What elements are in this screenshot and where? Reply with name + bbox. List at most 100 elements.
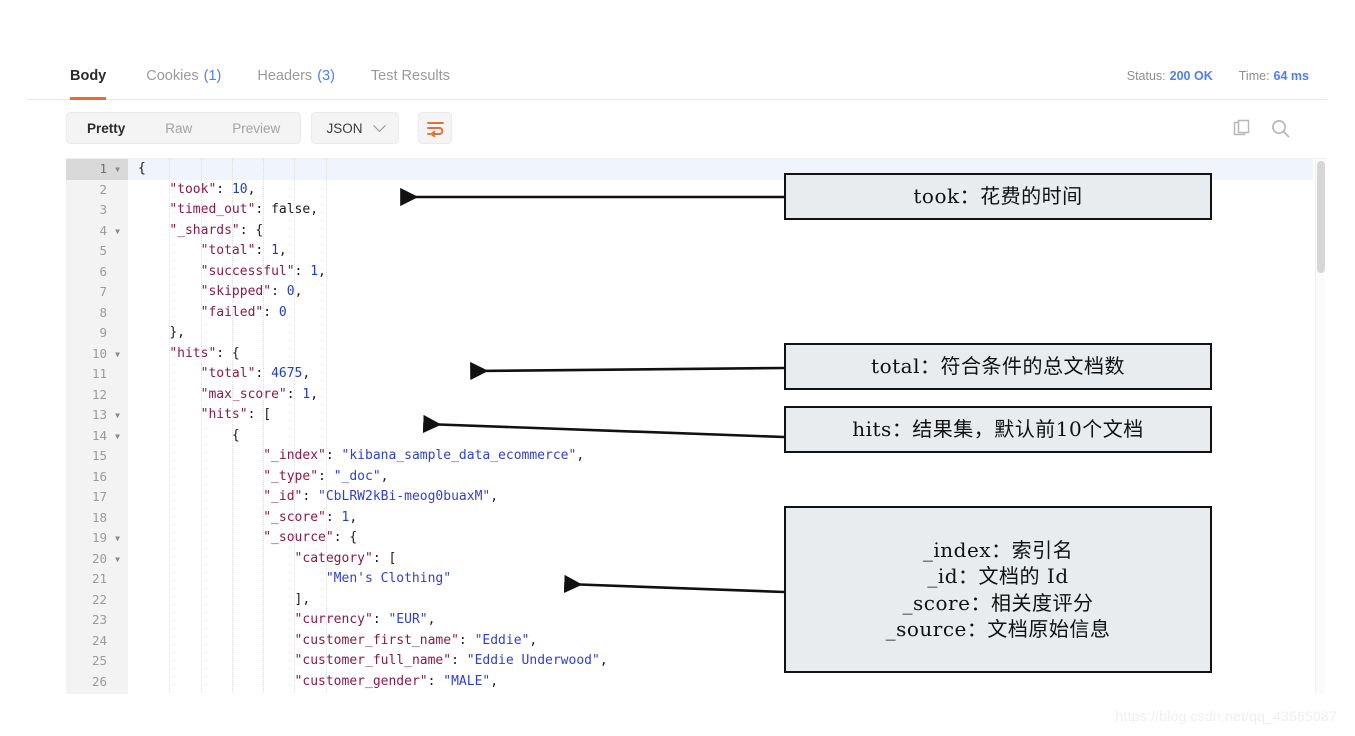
token-s: "kibana_sample_data_ecommerce" bbox=[341, 448, 577, 463]
indent-guide bbox=[231, 159, 233, 694]
line-number-value: 4 bbox=[99, 222, 107, 238]
token-s: "CbLRW2kBi-meog0buaxM" bbox=[318, 489, 491, 504]
code-line[interactable]: "customer_id": 38, bbox=[128, 692, 1313, 694]
vertical-scrollbar[interactable] bbox=[1315, 159, 1325, 694]
token-p: : bbox=[451, 653, 467, 668]
wrap-lines-button[interactable] bbox=[418, 112, 452, 144]
line-number-value: 9 bbox=[99, 325, 107, 340]
view-mode-preview[interactable]: Preview bbox=[212, 113, 300, 143]
tab-headers[interactable]: Headers (3) bbox=[239, 52, 353, 100]
annotation-line: _id：文档的 Id bbox=[927, 564, 1069, 589]
token-k: "hits" bbox=[200, 407, 248, 422]
tab-label: Test Results bbox=[370, 68, 450, 84]
line-number-value: 17 bbox=[91, 489, 107, 504]
token-k: "timed_out" bbox=[169, 202, 256, 217]
fold-toggle-icon[interactable]: ▼ bbox=[111, 427, 120, 448]
postman-response-panel: Body Cookies (1) Headers (3) Test Results Sta… bbox=[0, 0, 1355, 736]
line-number: 5 bbox=[66, 241, 128, 262]
tab-body[interactable]: Body bbox=[70, 52, 128, 100]
line-number-value: 22 bbox=[91, 591, 107, 607]
token-p: : { bbox=[333, 530, 358, 545]
format-select[interactable]: JSON bbox=[311, 112, 399, 144]
token-k: "currency" bbox=[294, 612, 373, 627]
tab-test-results[interactable]: Test Results bbox=[353, 52, 468, 100]
annotation-line: total：符合条件的总文档数 bbox=[871, 354, 1125, 379]
token-p: : bbox=[294, 263, 311, 279]
code-line[interactable]: "_id": "CbLRW2kBi-meog0buaxM", bbox=[128, 487, 1313, 508]
line-number: 11 bbox=[66, 364, 128, 385]
fold-toggle-icon[interactable]: ▼ bbox=[111, 222, 120, 243]
token-p: : [ bbox=[372, 550, 397, 566]
view-mode-switch[interactable]: Pretty Raw Preview bbox=[66, 112, 302, 144]
tab-label: Headers bbox=[257, 68, 313, 84]
code-line[interactable]: "_shards": { bbox=[128, 221, 1313, 242]
fold-toggle-icon[interactable]: ▼ bbox=[111, 550, 120, 571]
token-p: , bbox=[349, 509, 358, 525]
tab-cookies[interactable]: Cookies (1) bbox=[128, 52, 239, 100]
token-p: : bbox=[372, 612, 389, 627]
time-value: 64 ms bbox=[1273, 69, 1309, 83]
code-line[interactable]: "failed": 0 bbox=[128, 303, 1313, 324]
token-p: : bbox=[302, 489, 319, 504]
line-number-value: 25 bbox=[91, 653, 107, 668]
token-n: 1 bbox=[310, 263, 319, 279]
token-p: : bbox=[458, 632, 475, 648]
line-number: 3 bbox=[66, 200, 128, 221]
line-number: 27 bbox=[66, 692, 128, 694]
fold-toggle-icon[interactable]: ▼ bbox=[111, 345, 120, 366]
code-line[interactable]: "_type": "_doc", bbox=[128, 467, 1313, 488]
format-select-value: JSON bbox=[326, 120, 363, 136]
view-mode-pretty[interactable]: Pretty bbox=[67, 113, 145, 143]
fold-toggle-icon[interactable]: ▼ bbox=[111, 160, 120, 181]
token-p: : bbox=[325, 509, 342, 525]
time-label: Time: bbox=[1238, 69, 1270, 83]
token-p: , bbox=[278, 243, 287, 258]
token-p: : [ bbox=[247, 407, 272, 422]
code-line[interactable]: }, bbox=[128, 323, 1313, 344]
token-k: "_shards" bbox=[169, 222, 240, 238]
token-p: : bbox=[216, 181, 232, 197]
search-button[interactable] bbox=[1270, 118, 1291, 139]
line-number: 10 ▼ bbox=[66, 344, 128, 365]
token-k: "_source" bbox=[263, 530, 334, 545]
token-p: , bbox=[294, 284, 303, 299]
line-number-value: 14 bbox=[91, 427, 107, 443]
code-line[interactable]: "total": 1, bbox=[128, 241, 1313, 262]
token-s: "EUR" bbox=[388, 612, 428, 627]
line-number-value: 8 bbox=[99, 304, 107, 320]
fold-toggle-icon[interactable]: ▼ bbox=[111, 406, 120, 427]
status-label: Status: bbox=[1126, 69, 1166, 83]
line-number: 2 bbox=[66, 180, 128, 201]
line-number-value: 21 bbox=[91, 571, 107, 586]
token-k: "customer_full_name" bbox=[294, 653, 452, 668]
line-number-value: 26 bbox=[91, 673, 107, 689]
view-mode-raw[interactable]: Raw bbox=[145, 113, 212, 143]
code-line[interactable]: "skipped": 0, bbox=[128, 282, 1313, 303]
code-line[interactable]: "successful": 1, bbox=[128, 262, 1313, 283]
search-icon bbox=[1272, 119, 1290, 137]
code-line[interactable]: "customer_gender": "MALE", bbox=[128, 672, 1313, 693]
token-s: "MALE" bbox=[443, 673, 491, 689]
line-number: 14 ▼ bbox=[66, 426, 128, 447]
token-k: "hits" bbox=[169, 345, 217, 361]
vertical-scrollbar-thumb[interactable] bbox=[1317, 161, 1325, 273]
token-k: "category" bbox=[294, 550, 373, 566]
token-s: "_doc" bbox=[333, 468, 381, 484]
indent-guide bbox=[263, 159, 265, 694]
line-number: 15 bbox=[66, 446, 128, 467]
note-total: total：符合条件的总文档数 bbox=[784, 343, 1212, 390]
line-number: 19 ▼ bbox=[66, 528, 128, 549]
watermark: https://blog.csdn.net/qq_43565087 bbox=[1115, 708, 1337, 724]
line-number: 7 bbox=[66, 282, 128, 303]
token-k: "skipped" bbox=[200, 284, 272, 299]
fold-toggle-icon[interactable]: ▼ bbox=[111, 529, 120, 550]
line-number-value: 11 bbox=[91, 366, 107, 381]
line-number-value: 13 bbox=[91, 407, 107, 422]
annotation-line: _index：索引名 bbox=[922, 537, 1074, 562]
copy-button[interactable] bbox=[1232, 118, 1252, 138]
line-number-value: 15 bbox=[91, 448, 107, 463]
indent-guide bbox=[325, 159, 327, 694]
token-n: 0 bbox=[278, 304, 287, 320]
line-number: 23 bbox=[66, 610, 128, 631]
line-number-value: 2 bbox=[99, 181, 107, 197]
